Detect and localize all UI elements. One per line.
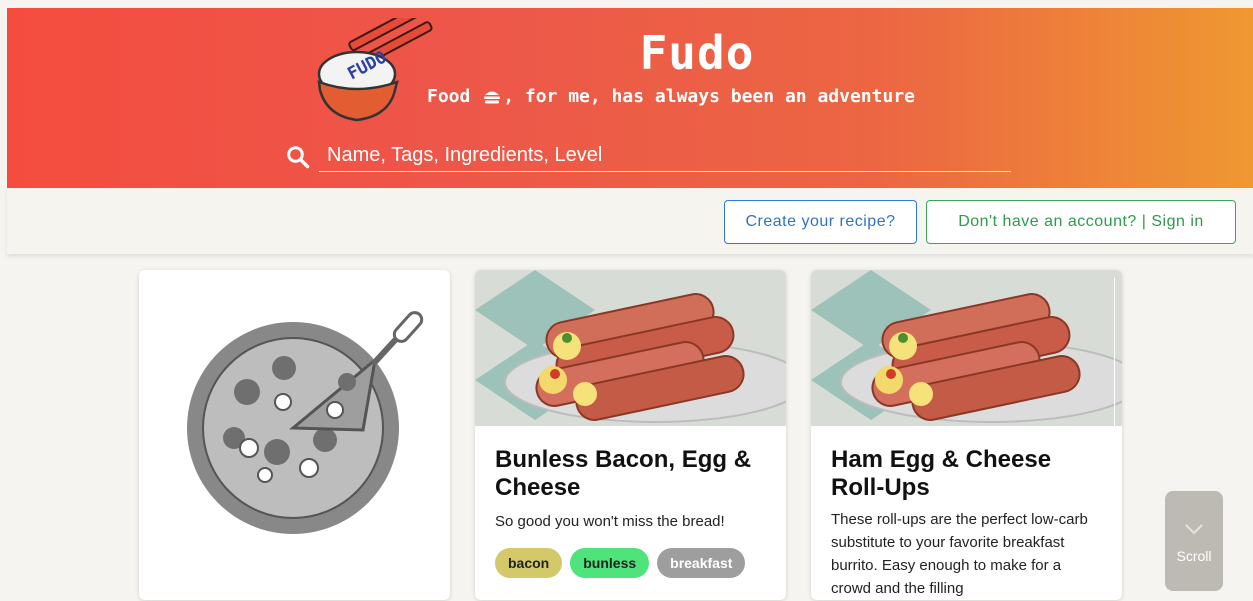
hamburger-icon bbox=[484, 91, 501, 104]
tag-list: bacon bunless breakfast bbox=[495, 548, 746, 578]
recipe-card[interactable]: Ham Egg & Cheese Roll-Ups These roll-ups… bbox=[811, 270, 1122, 600]
action-bar: Create your recipe? Don't have an accoun… bbox=[7, 188, 1253, 254]
brand-title: Fudo bbox=[639, 26, 755, 80]
recipe-card[interactable]: Bunless Bacon, Egg & Cheese So good you … bbox=[475, 270, 786, 600]
tag-bunless[interactable]: bunless bbox=[570, 548, 650, 578]
recipe-description: So good you won't miss the bread! bbox=[495, 513, 725, 530]
scroll-button[interactable]: Scroll bbox=[1165, 491, 1223, 591]
recipe-image bbox=[475, 270, 786, 426]
site-header: FUDO Fudo Food , for me, has always been… bbox=[7, 8, 1253, 188]
recipe-description: These roll-ups are the perfect low-carb … bbox=[831, 511, 1088, 597]
chevron-down-icon bbox=[1185, 524, 1203, 535]
pizza-placeholder-icon bbox=[187, 311, 424, 534]
tagline-before: Food bbox=[427, 86, 482, 107]
sign-in-button[interactable]: Don't have an account? | Sign in bbox=[926, 200, 1236, 244]
recipe-image bbox=[811, 270, 1122, 426]
tagline: Food , for me, has always been an advent… bbox=[427, 86, 915, 107]
create-recipe-button[interactable]: Create your recipe? bbox=[724, 200, 917, 244]
fudo-logo[interactable]: FUDO bbox=[305, 18, 435, 130]
recipe-card[interactable] bbox=[139, 270, 450, 600]
tag-breakfast[interactable]: breakfast bbox=[657, 548, 746, 578]
search-input[interactable] bbox=[319, 139, 1011, 172]
tag-bacon[interactable]: bacon bbox=[495, 548, 563, 578]
recipe-title[interactable]: Ham Egg & Cheese Roll-Ups bbox=[831, 446, 1111, 502]
tagline-after: , for me, has always been an adventure bbox=[503, 86, 915, 107]
recipe-title[interactable]: Bunless Bacon, Egg & Cheese bbox=[495, 446, 775, 502]
search-icon bbox=[287, 146, 310, 169]
scroll-label: Scroll bbox=[1176, 548, 1212, 564]
